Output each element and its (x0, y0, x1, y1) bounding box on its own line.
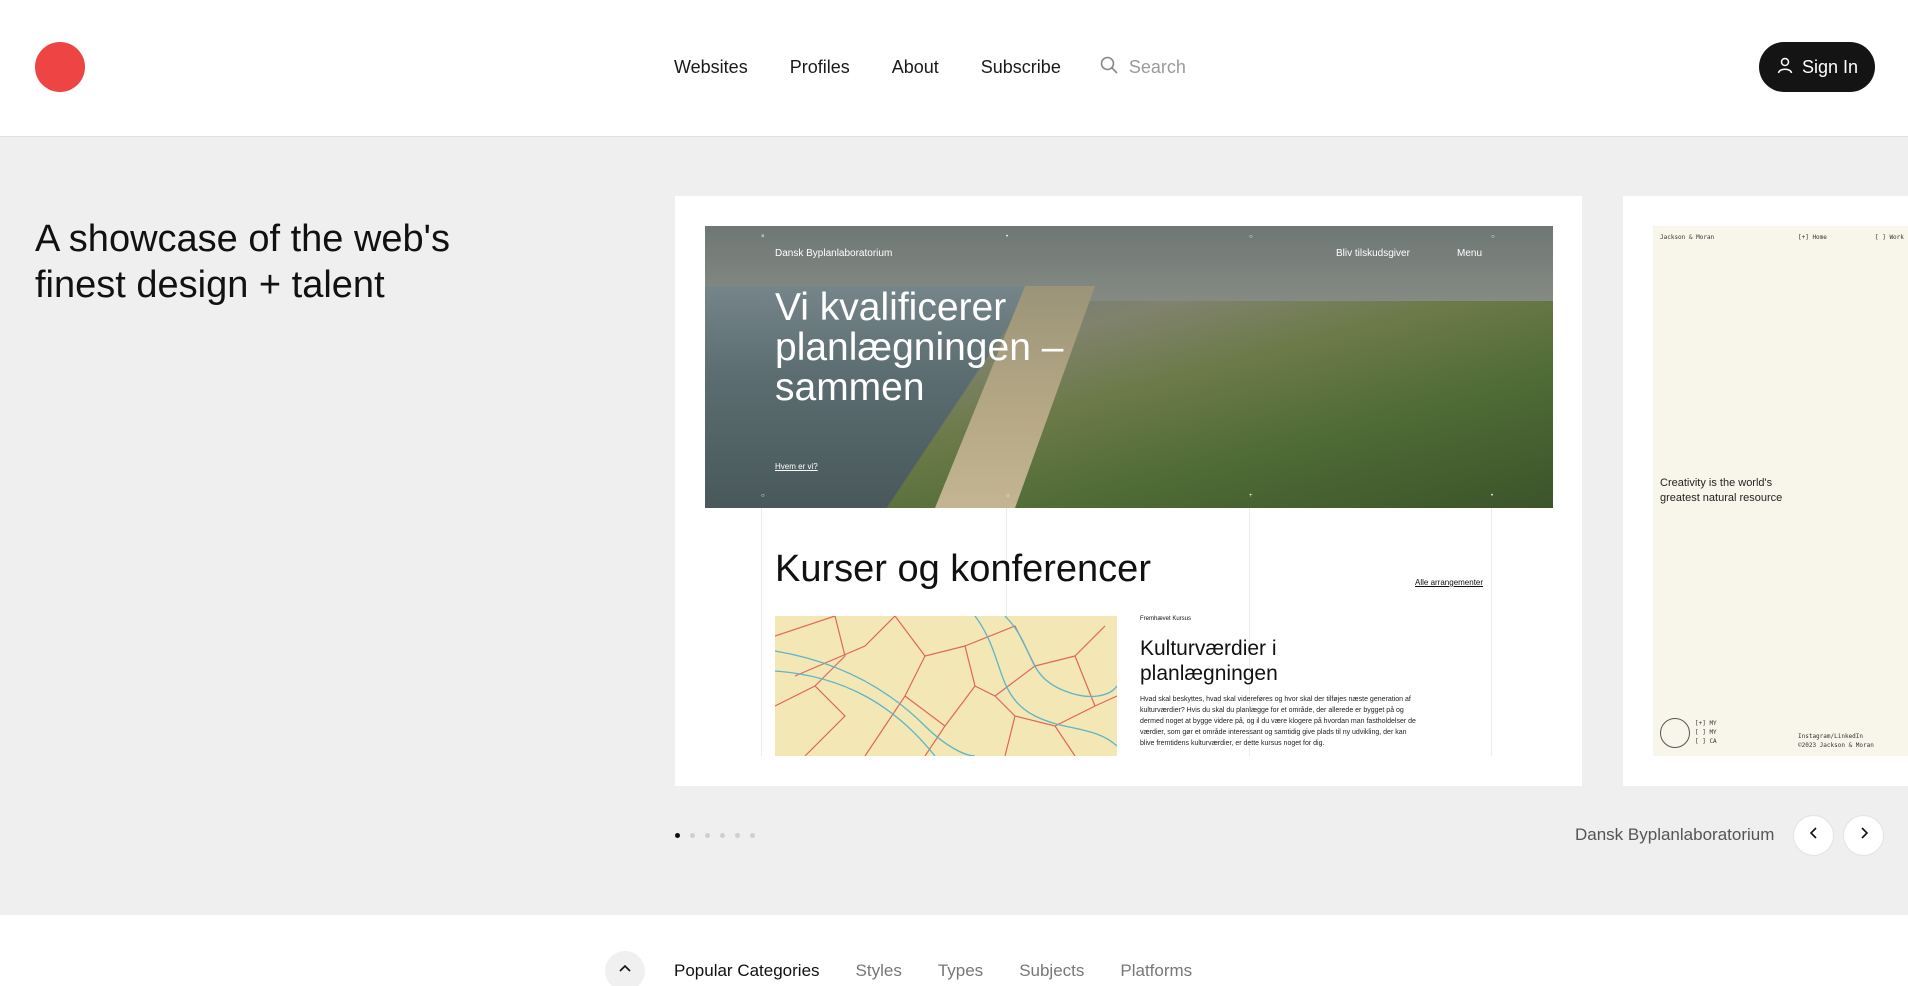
screenshot-section-title: Kurser og konferencer (775, 548, 1151, 590)
next-site-screenshot: Jackson & Moran [+] Home [ ] Work Creati… (1653, 226, 1908, 756)
tab-popular-categories[interactable]: Popular Categories (674, 961, 820, 981)
current-site-label[interactable]: Dansk Byplanlaboratorium (1575, 825, 1774, 845)
search-input[interactable] (1128, 56, 1289, 78)
prev-slide-button[interactable] (1793, 815, 1834, 856)
featured-site-card[interactable]: × • ○ ○ ○ ○ + • Dansk Byplanlaboratorium… (675, 196, 1582, 786)
search-icon (1099, 55, 1119, 80)
nav-websites[interactable]: Websites (674, 57, 748, 78)
carousel-dot[interactable] (690, 833, 695, 838)
page-title: A showcase of the web's finest design + … (35, 216, 555, 308)
categories-bar: Popular Categories Styles Types Subjects… (0, 915, 1908, 986)
sign-in-label: Sign In (1801, 56, 1859, 77)
collapse-button[interactable] (605, 951, 645, 986)
nav-profiles[interactable]: Profiles (790, 57, 850, 78)
carousel-dot[interactable] (705, 833, 710, 838)
page-title-line2: finest design + talent (35, 264, 385, 306)
chevron-up-icon (618, 962, 632, 981)
screenshot-featured-body: Hvad skal beskyttes, hvad skal viderefør… (1140, 696, 1416, 747)
main-nav: Websites Profiles About Subscribe (674, 0, 1289, 134)
carousel-dot[interactable] (675, 833, 680, 838)
tab-types[interactable]: Types (938, 961, 983, 981)
chevron-left-icon (1807, 826, 1821, 845)
search-box[interactable] (1099, 55, 1289, 80)
nav-subscribe[interactable]: Subscribe (981, 57, 1061, 78)
screenshot-hero-link: Hvem er vi? (775, 462, 818, 471)
screenshot-kicker: Fremhævet Kursus (1140, 616, 1192, 622)
next-brand: Jackson & Moran (1660, 234, 1715, 241)
next-nav-work: [ ] Work (1875, 234, 1904, 241)
tab-platforms[interactable]: Platforms (1120, 961, 1192, 981)
next-nav-home: [+] Home (1798, 234, 1827, 241)
next-slide-button[interactable] (1843, 815, 1884, 856)
page-title-line1: A showcase of the web's (35, 218, 450, 260)
screenshot-featured-title: Kulturværdier i planlægningen (1140, 637, 1278, 685)
logo[interactable] (35, 42, 85, 92)
user-icon (1776, 56, 1802, 79)
nav-about[interactable]: About (892, 57, 939, 78)
map-illustration (775, 616, 1117, 756)
site-screenshot: × • ○ ○ ○ ○ + • Dansk Byplanlaboratorium… (705, 226, 1553, 756)
carousel-dot[interactable] (720, 833, 725, 838)
screenshot-nav-link: Bliv tilskudsgiver (1336, 248, 1410, 259)
clock-icon (1660, 718, 1690, 748)
screenshot-brand: Dansk Byplanlaboratorium (775, 248, 893, 259)
tab-styles[interactable]: Styles (856, 961, 902, 981)
sign-in-button[interactable]: Sign In (1759, 42, 1875, 92)
next-headline: Creativity is the world's greatest natur… (1660, 477, 1783, 504)
screenshot-section-link: Alle arrangementer (1415, 578, 1484, 587)
site-header: Websites Profiles About Subscribe Sign I… (0, 0, 1908, 137)
screenshot-menu-link: Menu (1457, 248, 1483, 259)
carousel-dot[interactable] (735, 833, 740, 838)
screenshot-headline: Vi kvalificerer planlægningen – sammen (775, 286, 1064, 409)
next-site-card[interactable]: Jackson & Moran [+] Home [ ] Work Creati… (1623, 196, 1908, 786)
carousel-dot[interactable] (750, 833, 755, 838)
tab-subjects[interactable]: Subjects (1019, 961, 1084, 981)
category-tabs: Popular Categories Styles Types Subjects… (674, 961, 1228, 981)
carousel-dots (675, 833, 765, 838)
chevron-right-icon (1857, 826, 1871, 845)
